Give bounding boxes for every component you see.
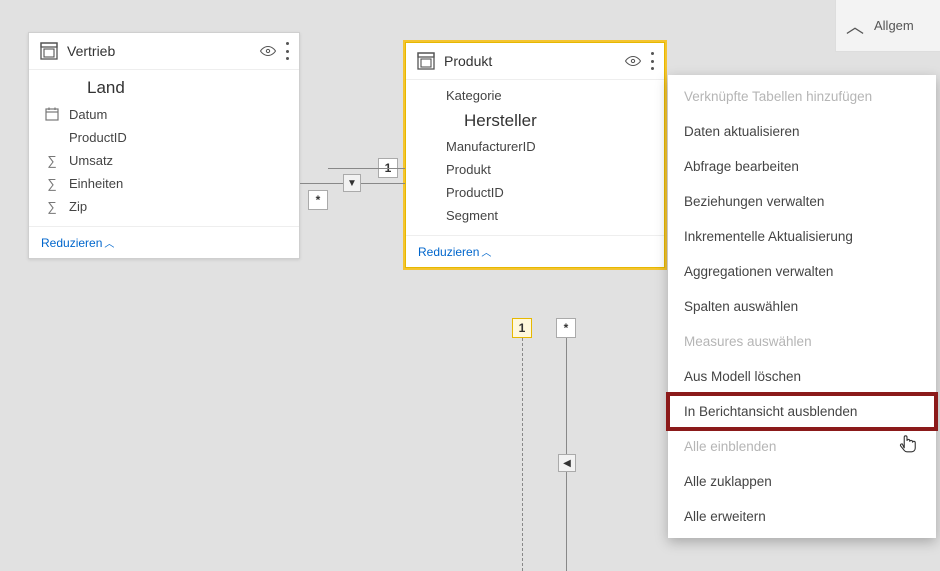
field-label: Produkt	[446, 162, 491, 177]
ctx-refresh-data[interactable]: Daten aktualisieren	[668, 114, 936, 149]
field-label: ManufacturerID	[446, 139, 536, 154]
cardinality-many: *	[308, 190, 328, 210]
table-icon	[39, 41, 59, 61]
card-header: Produkt	[406, 43, 664, 80]
context-menu: Verknüpfte Tabellen hinzufügen Daten akt…	[668, 75, 936, 538]
ctx-manage-relationships[interactable]: Beziehungen verwalten	[668, 184, 936, 219]
filter-direction-icon: ◀	[558, 454, 576, 472]
field-list: Kategorie Hersteller ManufacturerID Prod…	[406, 80, 664, 235]
field-label: Zip	[69, 199, 87, 214]
collapse-label: Reduzieren	[41, 236, 102, 250]
field-label: Land	[87, 78, 125, 98]
field-row[interactable]: Hersteller	[406, 107, 664, 135]
ctx-collapse-all[interactable]: Alle zuklappen	[668, 464, 936, 499]
field-label: ProductID	[446, 185, 504, 200]
field-label: Datum	[69, 107, 107, 122]
field-label: Segment	[446, 208, 498, 223]
field-row[interactable]: Produkt	[406, 158, 664, 181]
field-label: Kategorie	[446, 88, 502, 103]
field-row[interactable]: ∑ Zip	[29, 195, 299, 218]
table-icon	[416, 51, 436, 71]
collapse-link[interactable]: Reduzieren︿	[418, 245, 491, 259]
table-title: Vertrieb	[67, 43, 251, 59]
cardinality-one: 1	[512, 318, 532, 338]
ctx-select-measures: Measures auswählen	[668, 324, 936, 359]
ctx-hide-in-report-view[interactable]: In Berichtansicht ausblenden	[668, 394, 936, 429]
ctx-incremental-refresh[interactable]: Inkrementelle Aktualisierung	[668, 219, 936, 254]
cardinality-many: *	[556, 318, 576, 338]
field-label: Hersteller	[464, 111, 537, 131]
field-row[interactable]: ProductID	[29, 126, 299, 149]
collapse-label: Reduzieren	[418, 245, 479, 259]
more-options-icon[interactable]	[285, 42, 289, 60]
field-row[interactable]: ∑ Umsatz	[29, 149, 299, 172]
filter-direction-icon: ▼	[343, 174, 361, 192]
relationship-line[interactable]	[522, 338, 523, 571]
sigma-icon: ∑	[43, 199, 61, 214]
field-label: Einheiten	[69, 176, 123, 191]
ctx-delete-from-model[interactable]: Aus Modell löschen	[668, 359, 936, 394]
chevron-up-icon: ︿	[481, 248, 491, 259]
collapse-link[interactable]: Reduzieren︿	[41, 236, 114, 250]
field-row[interactable]: ManufacturerID	[406, 135, 664, 158]
field-row[interactable]: Kategorie	[406, 84, 664, 107]
field-label: Umsatz	[69, 153, 113, 168]
field-row[interactable]: Segment	[406, 204, 664, 227]
chevron-up-icon: ︿	[846, 13, 864, 39]
visibility-icon[interactable]	[624, 52, 642, 70]
table-title: Produkt	[444, 53, 616, 69]
field-row[interactable]: ProductID	[406, 181, 664, 204]
model-canvas[interactable]: Vertrieb Land Datum ProductID ∑ Umsatz ∑ E…	[0, 0, 940, 571]
properties-pane-header[interactable]: ︿ Allgem	[835, 0, 940, 52]
visibility-icon[interactable]	[259, 42, 277, 60]
card-header: Vertrieb	[29, 33, 299, 70]
ctx-select-columns[interactable]: Spalten auswählen	[668, 289, 936, 324]
more-options-icon[interactable]	[650, 52, 654, 70]
table-card-vertrieb[interactable]: Vertrieb Land Datum ProductID ∑ Umsatz ∑ E…	[28, 32, 300, 259]
pane-title: Allgem	[874, 18, 914, 33]
ctx-edit-query[interactable]: Abfrage bearbeiten	[668, 149, 936, 184]
field-row[interactable]: Datum	[29, 102, 299, 126]
card-footer: Reduzieren︿	[406, 235, 664, 267]
calendar-icon	[43, 106, 61, 122]
sigma-icon: ∑	[43, 153, 61, 168]
field-list: Land Datum ProductID ∑Umsatz ∑Einheiten …	[29, 70, 299, 226]
relationship-line	[328, 168, 405, 169]
sigma-icon: ∑	[43, 176, 61, 191]
card-footer: Reduzieren︿	[29, 226, 299, 258]
field-row[interactable]: Land	[29, 74, 299, 102]
field-label: ProductID	[69, 130, 127, 145]
ctx-expand-all[interactable]: Alle erweitern	[668, 499, 936, 534]
chevron-up-icon: ︿	[104, 239, 114, 250]
table-card-produkt[interactable]: Produkt Kategorie Hersteller Manufacture…	[405, 42, 665, 268]
ctx-manage-aggregations[interactable]: Aggregationen verwalten	[668, 254, 936, 289]
ctx-unhide-all: Alle einblenden	[668, 429, 936, 464]
ctx-add-related-tables: Verknüpfte Tabellen hinzufügen	[668, 79, 936, 114]
field-row[interactable]: ∑ Einheiten	[29, 172, 299, 195]
